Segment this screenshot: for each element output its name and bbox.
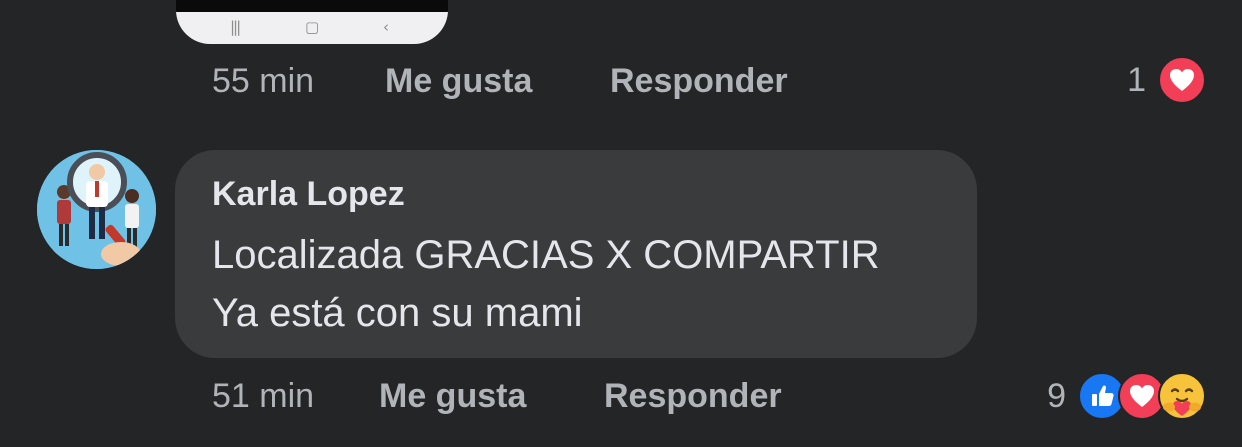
reply-button[interactable]: Responder xyxy=(610,62,788,101)
comment-author[interactable]: Karla Lopez xyxy=(212,172,977,216)
comment-text: Localizada GRACIAS X COMPARTIR Ya está c… xyxy=(212,226,977,342)
comment-bubble: Karla Lopez Localizada GRACIAS X COMPART… xyxy=(175,150,977,358)
recents-icon: ||| xyxy=(230,18,241,36)
avatar[interactable] xyxy=(37,150,156,269)
reply-button[interactable]: Responder xyxy=(604,377,782,416)
reaction-count: 1 xyxy=(1127,60,1146,99)
comment-actions: 51 min Me gusta Responder xyxy=(212,373,782,419)
home-icon: ▢ xyxy=(305,18,320,36)
comment-text-line: Ya está con su mami xyxy=(212,291,583,335)
comment-thread: ||| ▢ ‹ 55 min Me gusta Responder 1 Karl… xyxy=(0,0,1242,447)
comment-text-line: Localizada GRACIAS X COMPARTIR xyxy=(212,233,880,277)
reaction-summary[interactable]: 9 xyxy=(1047,370,1206,422)
reaction-count: 9 xyxy=(1047,376,1066,415)
comment-actions: 55 min Me gusta Responder xyxy=(212,58,788,104)
love-icon xyxy=(1158,56,1206,104)
back-icon: ‹ xyxy=(383,18,389,36)
like-button[interactable]: Me gusta xyxy=(379,377,604,416)
attached-screenshot[interactable]: ||| ▢ ‹ xyxy=(176,0,448,44)
like-button[interactable]: Me gusta xyxy=(385,62,610,101)
comment-timestamp[interactable]: 51 min xyxy=(212,377,379,416)
screenshot-screen xyxy=(176,0,448,12)
comment-timestamp[interactable]: 55 min xyxy=(212,62,385,101)
reaction-summary[interactable]: 1 xyxy=(1127,55,1206,105)
care-icon xyxy=(1158,372,1206,420)
